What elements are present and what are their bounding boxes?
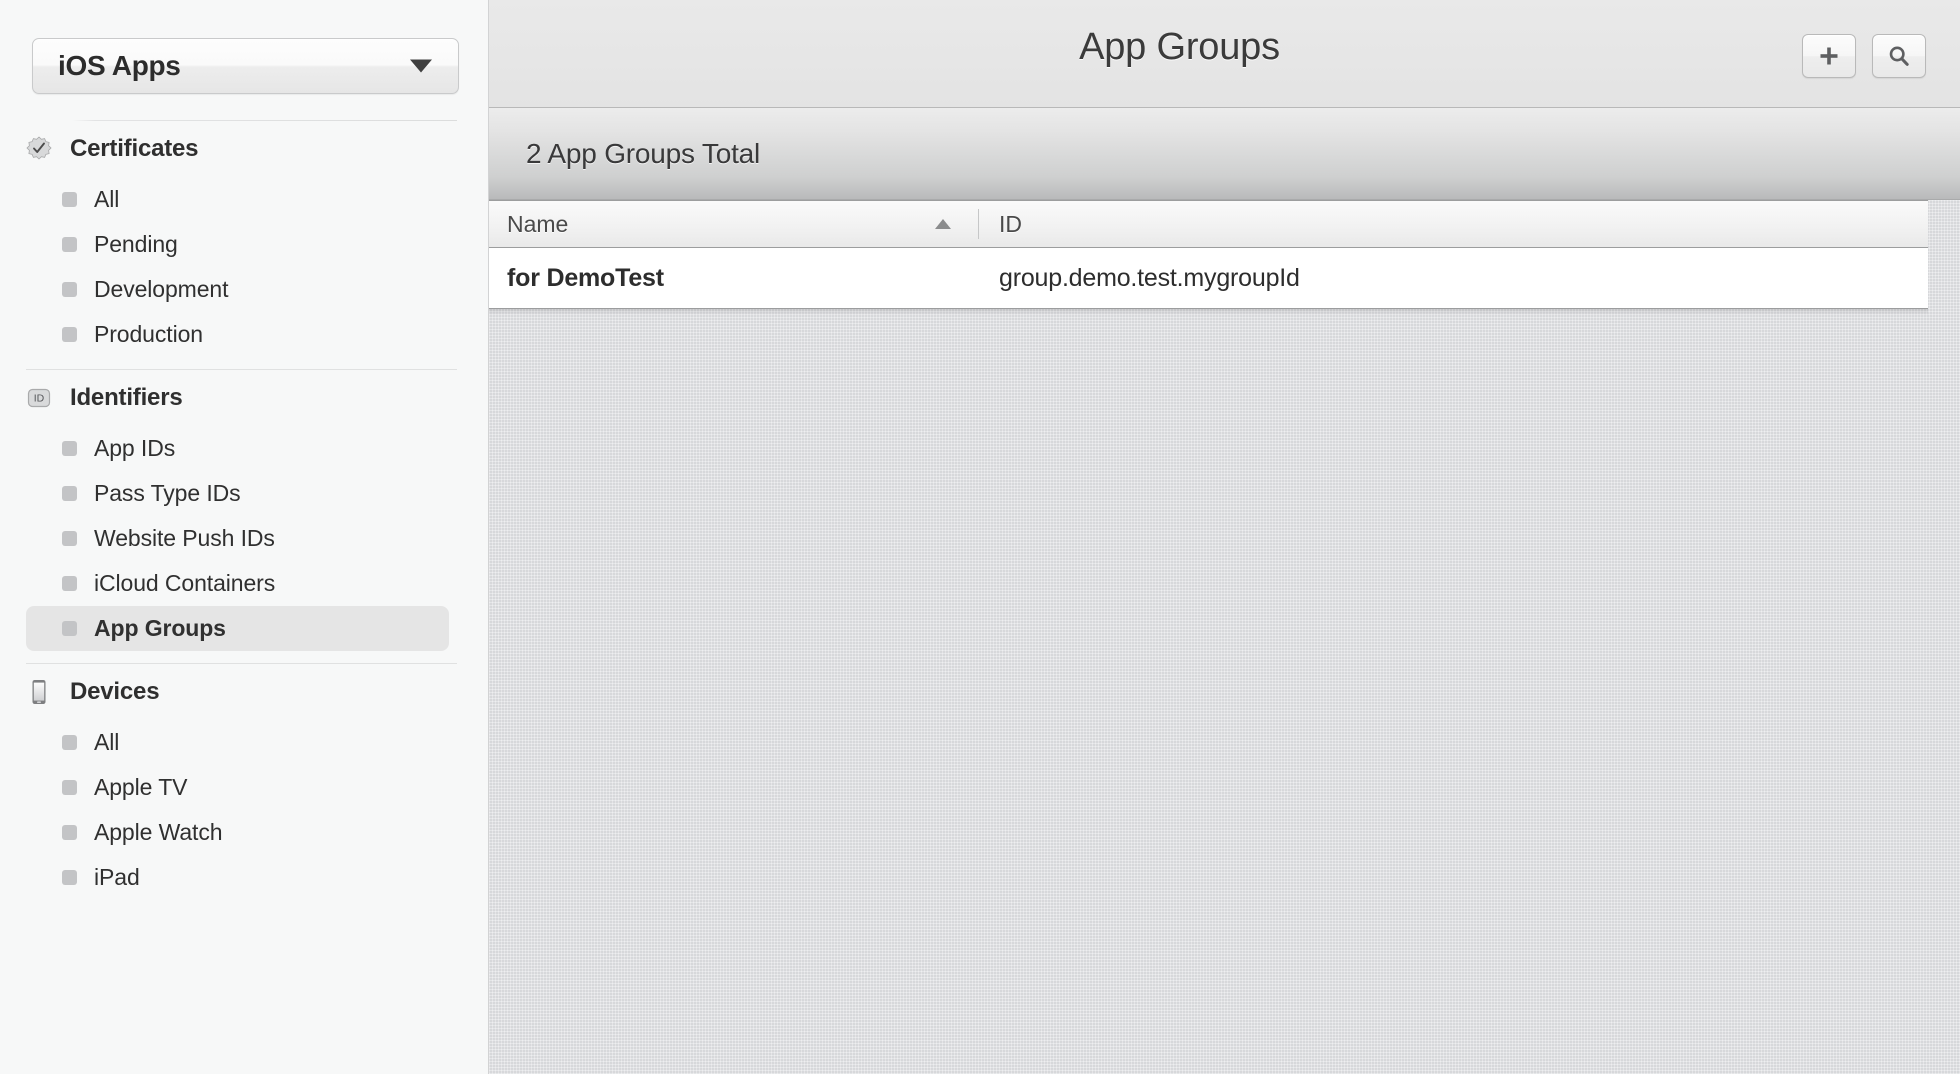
- header-actions: [1802, 34, 1926, 78]
- sidebar-item-icloud-containers[interactable]: iCloud Containers: [26, 561, 449, 606]
- bullet-icon: [62, 282, 77, 297]
- sidebar-item-label: Pending: [94, 231, 178, 257]
- device-phone-icon: [26, 678, 52, 706]
- bullet-icon: [62, 825, 77, 840]
- bullet-icon: [62, 870, 77, 885]
- id-badge-icon: ID: [26, 384, 52, 412]
- sidebar-group-devices: Devices: [0, 664, 488, 720]
- bullet-icon: [62, 327, 77, 342]
- bullet-icon: [62, 441, 77, 456]
- sidebar-item-devices-all[interactable]: All: [26, 720, 449, 765]
- sidebar-item-label: iPad: [94, 864, 140, 890]
- bullet-icon: [62, 735, 77, 750]
- search-button[interactable]: [1872, 34, 1926, 78]
- sidebar-group-identifiers: ID Identifiers: [0, 370, 488, 426]
- sidebar-item-certificates-pending[interactable]: Pending: [26, 222, 449, 267]
- table-row[interactable]: for DemoTest group.demo.test.mygroupId: [489, 248, 1928, 309]
- table-header-row: Name ID: [489, 200, 1928, 248]
- sidebar-item-certificates-production[interactable]: Production: [26, 312, 449, 357]
- plus-icon: [1817, 44, 1841, 68]
- sidebar-item-apple-tv[interactable]: Apple TV: [26, 765, 449, 810]
- bullet-icon: [62, 621, 77, 636]
- table-bottom-shadow: [489, 309, 1928, 315]
- sidebar-group-title: Identifiers: [70, 384, 183, 411]
- sidebar-item-label: App Groups: [94, 615, 226, 641]
- main-content: App Groups 2 App Groups Total Name ID fo…: [489, 0, 1960, 1074]
- svg-text:ID: ID: [34, 393, 45, 405]
- sidebar-item-label: Production: [94, 321, 203, 347]
- sidebar-item-ipad[interactable]: iPad: [26, 855, 449, 900]
- app-groups-table: Name ID for DemoTest group.demo.test.myg…: [489, 200, 1928, 315]
- chevron-down-icon: [410, 59, 432, 73]
- sidebar-item-app-groups[interactable]: App Groups: [26, 606, 449, 651]
- sidebar-item-label: All: [94, 186, 120, 212]
- search-icon: [1887, 44, 1911, 68]
- sidebar-group-certificates: Certificates: [0, 121, 488, 177]
- sidebar-item-certificates-all[interactable]: All: [26, 177, 449, 222]
- sidebar-item-label: Development: [94, 276, 229, 302]
- sidebar-item-website-push-ids[interactable]: Website Push IDs: [26, 516, 449, 561]
- sidebar: iOS Apps Certificates All Pending Develo…: [0, 0, 489, 1074]
- app-window: iOS Apps Certificates All Pending Develo…: [0, 0, 1960, 1074]
- sidebar-item-label: iCloud Containers: [94, 570, 276, 596]
- bullet-icon: [62, 531, 77, 546]
- sidebar-item-label: Pass Type IDs: [94, 480, 241, 506]
- page-title: App Groups: [1079, 26, 1280, 68]
- sidebar-item-pass-type-ids[interactable]: Pass Type IDs: [26, 471, 449, 516]
- column-header-name[interactable]: Name: [489, 201, 979, 247]
- sidebar-group-title: Certificates: [70, 135, 199, 162]
- count-label: 2 App Groups Total: [526, 137, 761, 169]
- column-header-id-label: ID: [999, 210, 1022, 237]
- bullet-icon: [62, 192, 77, 207]
- sidebar-item-label: App IDs: [94, 435, 176, 461]
- cell-id: group.demo.test.mygroupId: [999, 263, 1300, 292]
- sidebar-item-apple-watch[interactable]: Apple Watch: [26, 810, 449, 855]
- org-select-value: iOS Apps: [58, 50, 181, 81]
- certificate-badge-icon: [26, 135, 52, 163]
- org-select-dropdown[interactable]: iOS Apps: [32, 38, 459, 94]
- page-header: App Groups: [489, 0, 1960, 108]
- sort-asc-arrow-icon: [935, 219, 951, 229]
- bullet-icon: [62, 576, 77, 591]
- column-header-name-label: Name: [507, 210, 569, 237]
- add-button[interactable]: [1802, 34, 1856, 78]
- sidebar-item-label: Website Push IDs: [94, 525, 275, 551]
- bullet-icon: [62, 486, 77, 501]
- bullet-icon: [62, 780, 77, 795]
- sidebar-item-label: Apple Watch: [94, 819, 223, 845]
- sidebar-group-title: Devices: [70, 678, 160, 705]
- column-header-id[interactable]: ID: [979, 201, 1928, 247]
- sidebar-item-app-ids[interactable]: App IDs: [26, 426, 449, 471]
- count-bar: 2 App Groups Total: [489, 108, 1960, 200]
- sidebar-item-label: Apple TV: [94, 774, 188, 800]
- bullet-icon: [62, 237, 77, 252]
- cell-name: for DemoTest: [507, 263, 664, 292]
- sidebar-item-certificates-development[interactable]: Development: [26, 267, 449, 312]
- sidebar-item-label: All: [94, 729, 120, 755]
- sidebar-nav: Certificates All Pending Development Pro…: [0, 120, 488, 900]
- column-divider: [978, 209, 979, 239]
